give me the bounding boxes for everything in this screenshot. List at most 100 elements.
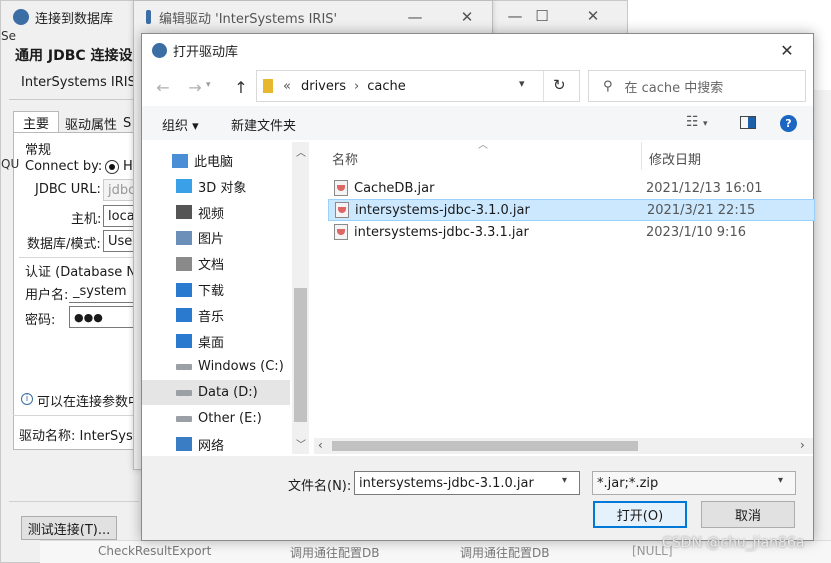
forward-button[interactable]: → (184, 76, 206, 98)
dialog-title: 打开驱动库 (173, 44, 239, 60)
file-row[interactable]: CacheDB.jar 2021/12/13 16:01 (328, 177, 813, 199)
file-row[interactable]: intersystems-jdbc-3.1.0.jar 2021/3/21 22:… (328, 199, 815, 221)
recent-dropdown[interactable]: ▾ (206, 80, 218, 94)
file-date: 2021/12/13 16:01 (646, 180, 763, 196)
nav-item-label: 3D 对象 (198, 180, 247, 196)
header-divider (9, 99, 139, 100)
bg-close-button[interactable]: ✕ (570, 0, 616, 32)
desktop-icon (176, 334, 192, 349)
nav-item[interactable]: 3D 对象 (142, 174, 290, 199)
database-label: 数据库/模式: (27, 237, 101, 252)
refresh-icon[interactable]: ↻ (553, 76, 566, 94)
file-name: CacheDB.jar (354, 180, 435, 196)
nav-item[interactable]: 视频 (142, 200, 290, 225)
close-icon[interactable]: ✕ (772, 38, 802, 62)
nav-item[interactable]: 桌面 (142, 329, 290, 354)
username-label: 用户名: (25, 288, 69, 303)
view-options-icon[interactable]: ☷ ▾ (686, 114, 708, 130)
nav-item[interactable]: Data (D:) (142, 380, 290, 406)
document-icon (176, 256, 192, 271)
back-button[interactable]: ← (152, 76, 174, 98)
jdbc-url-label: JDBC URL: (35, 182, 101, 197)
nav-item[interactable]: 此电脑 (142, 148, 290, 173)
left-edge-text: Se (1, 29, 16, 43)
bottom-divider (9, 501, 139, 502)
connect-by-label: Connect by: (25, 159, 103, 174)
chevron-up-icon[interactable]: ︿ (296, 144, 306, 159)
username-field[interactable]: _system (69, 281, 143, 303)
dialog-title-bar: 打开驱动库 (142, 34, 813, 66)
column-modified-header[interactable]: 修改日期 (649, 149, 701, 168)
address-bar[interactable]: « drivers › cache ▾ ↻ (256, 70, 580, 102)
breadcrumb-overflow[interactable]: « (283, 79, 291, 94)
nav-item[interactable]: 图片 (142, 225, 290, 250)
filename-input[interactable]: intersystems-jdbc-3.1.0.jar (354, 471, 580, 495)
horizontal-scrollbar[interactable]: ‹ › (314, 438, 813, 454)
group-general-title: 常规 (25, 143, 52, 158)
nav-item-label: 音乐 (198, 309, 225, 325)
background-col2: 调用通往配置DB (460, 546, 550, 560)
breadcrumb-separator-icon: › (354, 78, 360, 94)
tab-driver-props[interactable]: 驱动属性 (61, 113, 121, 133)
dbeaver-icon (152, 42, 167, 58)
chevron-left-icon[interactable]: ‹ (318, 438, 323, 452)
jar-file-icon (334, 180, 348, 196)
navigation-pane: 此电脑 3D 对象视频 图片文档下载音乐桌面 Windows (C:) Data (D:… (142, 142, 310, 454)
minimize-button[interactable]: — (392, 1, 438, 33)
connect-by-radio[interactable] (105, 160, 119, 174)
nav-item[interactable]: Other (E:) (142, 406, 290, 431)
music-icon (176, 308, 192, 323)
open-button[interactable]: 打开(O) (593, 501, 687, 528)
new-folder-button[interactable]: 新建文件夹 (231, 115, 296, 134)
organize-button[interactable]: 组织 ▾ (162, 115, 199, 134)
address-divider (543, 71, 544, 101)
column-divider (641, 142, 642, 170)
h-scroll-thumb[interactable] (332, 441, 638, 451)
background-right-panel (813, 90, 831, 540)
info-icon: i (21, 393, 33, 405)
file-name: intersystems-jdbc-3.3.1.jar (354, 224, 529, 240)
computer-icon (172, 153, 188, 168)
nav-item[interactable]: 下载 (142, 277, 290, 302)
help-icon[interactable]: ? (780, 115, 797, 132)
breadcrumb-cache[interactable]: cache (367, 79, 406, 94)
password-field[interactable]: ●●● (69, 306, 143, 328)
host-label: 主机: (71, 212, 102, 227)
file-type-dropdown-icon[interactable]: ▾ (778, 475, 783, 486)
cancel-button[interactable]: 取消 (701, 501, 795, 528)
nav-item-label: 网络 (198, 438, 225, 454)
close-button[interactable]: ✕ (444, 1, 490, 33)
search-placeholder: 在 cache 中搜索 (624, 80, 724, 96)
chevron-down-icon[interactable]: ﹀ (296, 436, 306, 451)
nav-item-label: 此电脑 (194, 155, 234, 170)
breadcrumb-drivers[interactable]: drivers (301, 79, 346, 94)
nav-item[interactable]: 文档 (142, 251, 290, 276)
chevron-right-icon[interactable]: › (800, 438, 805, 452)
nav-item[interactable]: Windows (C:) (142, 354, 290, 379)
nav-item[interactable]: 音乐 (142, 303, 290, 328)
up-button[interactable]: ↑ (230, 76, 252, 98)
nav-scroll-thumb[interactable] (294, 288, 307, 422)
nav-item-label: 文档 (198, 258, 225, 274)
filename-dropdown-icon[interactable]: ▾ (562, 475, 567, 486)
nav-item[interactable]: 网络 (142, 432, 290, 454)
search-box[interactable]: ⚲ 在 cache 中搜索 (588, 70, 806, 102)
file-row[interactable]: intersystems-jdbc-3.3.1.jar 2023/1/10 9:1… (328, 221, 813, 243)
file-type-select[interactable]: *.jar;*.zip (592, 471, 796, 495)
preview-pane-icon[interactable] (740, 116, 756, 129)
nav-item-label: 桌面 (198, 335, 225, 351)
picture-icon (176, 230, 192, 245)
chevron-down-icon[interactable]: ▾ (519, 77, 525, 90)
bg-maximize-button[interactable]: ☐ (519, 0, 565, 32)
tab-main-label: 主要 (22, 117, 49, 132)
driver-divider (13, 415, 139, 416)
tab-main[interactable]: 主要 (13, 111, 59, 133)
column-name-header[interactable]: 名称 (332, 149, 358, 168)
driver-name: 驱动名称: InterSyster (19, 429, 152, 444)
jar-file-icon (334, 224, 348, 240)
file-date: 2023/1/10 9:16 (646, 224, 746, 240)
auth-divider (19, 257, 139, 258)
test-connection-button[interactable]: 测试连接(T)... (21, 516, 117, 540)
nav-scrollbar[interactable]: ︿ ﹀ (292, 142, 309, 454)
network-icon (176, 437, 192, 452)
